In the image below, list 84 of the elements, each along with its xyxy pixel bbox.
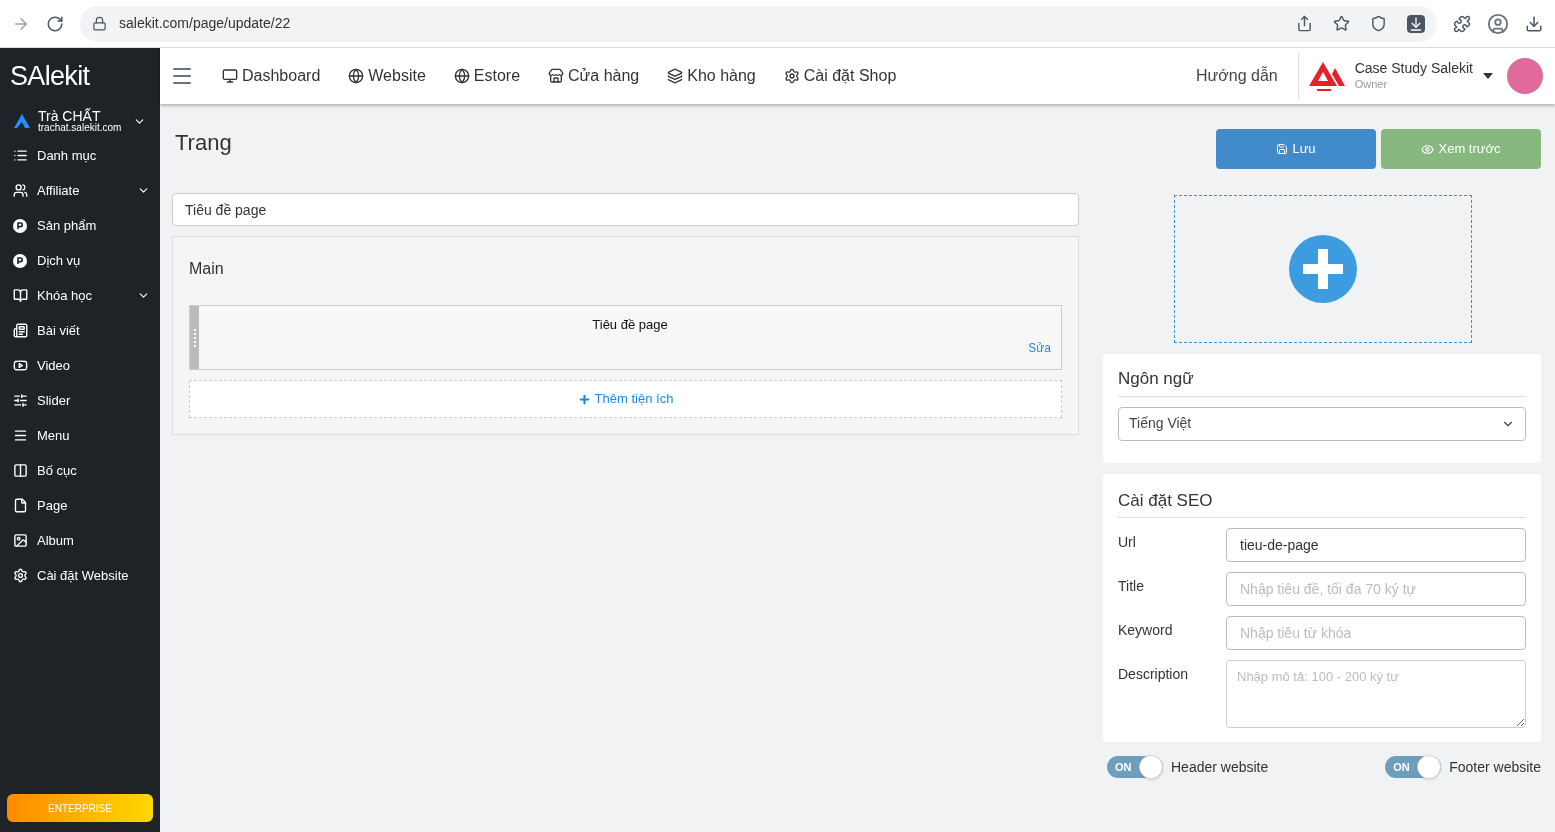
sidebar-item[interactable]: Menu [0, 418, 160, 453]
edit-link[interactable]: Sửa [1028, 339, 1051, 357]
nav-link[interactable]: Estore [453, 64, 521, 88]
sidebar-item[interactable]: Danh mục [0, 138, 160, 173]
reload-icon[interactable] [46, 14, 64, 33]
layers-icon [667, 68, 684, 84]
nav-link[interactable]: Dashboard [222, 64, 321, 88]
sidebar-item[interactable]: Page [0, 488, 160, 523]
toggle-label: Header website [1171, 757, 1269, 777]
help-link[interactable]: Hướng dẫn [1196, 53, 1299, 99]
nav-link[interactable]: Website [348, 64, 426, 88]
gear-icon [12, 568, 28, 583]
triangle-logo-icon [14, 114, 30, 128]
sidebar-item[interactable]: Album [0, 523, 160, 558]
save-button[interactable]: Lưu [1216, 129, 1376, 169]
share-icon[interactable] [1296, 15, 1313, 32]
sidebar-item[interactable]: Bài viết [0, 313, 160, 348]
eye-icon [1421, 142, 1435, 156]
logo[interactable]: SAlekit [10, 55, 90, 97]
newspaper-icon [12, 323, 28, 338]
users-icon [12, 183, 28, 198]
input-field[interactable]: Nhập tiêu từ khóa [1226, 616, 1526, 650]
sidebar-item[interactable]: Cài đặt Website [0, 558, 160, 593]
card-title: Ngôn ngữ [1118, 366, 1526, 397]
widget-card[interactable]: Tiêu đề page Sửa [189, 305, 1062, 370]
input-field[interactable]: Nhập tiêu đề, tối đa 70 ký tự [1226, 572, 1526, 606]
field-label: Description [1118, 665, 1190, 684]
plus-icon [577, 392, 591, 406]
caret-icon[interactable] [1483, 73, 1493, 79]
bookmark-star-icon[interactable] [1333, 15, 1350, 32]
section-title: Main [189, 259, 225, 279]
page-title-field[interactable]: Tiêu đề page [172, 193, 1079, 226]
address-bar[interactable]: salekit.com/page/update/22 [80, 5, 1437, 42]
shield-icon[interactable] [1370, 15, 1387, 32]
nav-link[interactable]: Cửa hàng [548, 64, 640, 88]
menu-icon [12, 428, 28, 443]
description-field[interactable]: Nhập mô tả: 100 - 200 ký tự [1226, 660, 1526, 728]
plus-circle-icon [1289, 235, 1357, 303]
language-select[interactable]: Tiếng Việt [1118, 406, 1526, 441]
columns-icon [12, 463, 28, 478]
drag-handle[interactable] [190, 306, 199, 369]
shop-domain: trachat.salekit.com [38, 123, 122, 133]
downloads-icon[interactable] [1525, 14, 1543, 33]
avatar[interactable] [1507, 58, 1543, 94]
sliders-icon [12, 393, 28, 408]
shop-name[interactable]: Trà CHẤT [38, 109, 122, 123]
sidebar-item[interactable]: Bố cục [0, 453, 160, 488]
p-circle-icon [13, 253, 27, 268]
nav-link[interactable]: Cài đặt Shop [783, 64, 897, 88]
field-label: Title [1118, 577, 1145, 596]
widget-title: Tiêu đề page [592, 316, 668, 334]
p-circle-icon [13, 218, 27, 233]
account-role: Owner [1354, 77, 1389, 92]
globe-icon [453, 68, 470, 84]
book-icon [12, 288, 28, 303]
account-name[interactable]: Case Study Salekit [1354, 60, 1473, 78]
page-title: Trang [175, 129, 233, 157]
sidebar-item[interactable]: Video [0, 348, 160, 383]
image-upload-area[interactable] [1174, 195, 1472, 343]
extensions-icon[interactable] [1453, 14, 1471, 33]
field-label: Url [1118, 533, 1137, 552]
lock-icon [92, 16, 107, 31]
profile-avatar-icon[interactable] [1487, 12, 1509, 35]
monitor-icon [222, 68, 238, 84]
nav-link[interactable]: Kho hàng [667, 64, 756, 88]
file-icon [12, 498, 28, 513]
sidebar-item[interactable]: Slider [0, 383, 160, 418]
field-label: Keyword [1118, 621, 1174, 640]
gear-icon [783, 68, 800, 84]
sidebar-item[interactable]: Sản phẩm [0, 208, 160, 243]
store-icon [548, 68, 565, 84]
globe-icon [348, 68, 365, 84]
video-icon [12, 358, 28, 373]
save-icon [1276, 143, 1289, 155]
card-title: Cài đặt SEO [1118, 487, 1526, 518]
list-icon [12, 148, 28, 163]
sidebar-item[interactable]: Dịch vụ [0, 243, 160, 278]
add-widget-button[interactable]: Thêm tiện ích [189, 380, 1062, 418]
image-icon [12, 533, 28, 548]
brand-logo-icon [1308, 60, 1345, 92]
input-field[interactable]: tieu-de-page [1226, 528, 1526, 562]
toggle-label: Footer website [1449, 757, 1541, 777]
sidebar-item[interactable]: Khóa học [0, 278, 160, 313]
sidebar-item[interactable]: Affiliate [0, 173, 160, 208]
